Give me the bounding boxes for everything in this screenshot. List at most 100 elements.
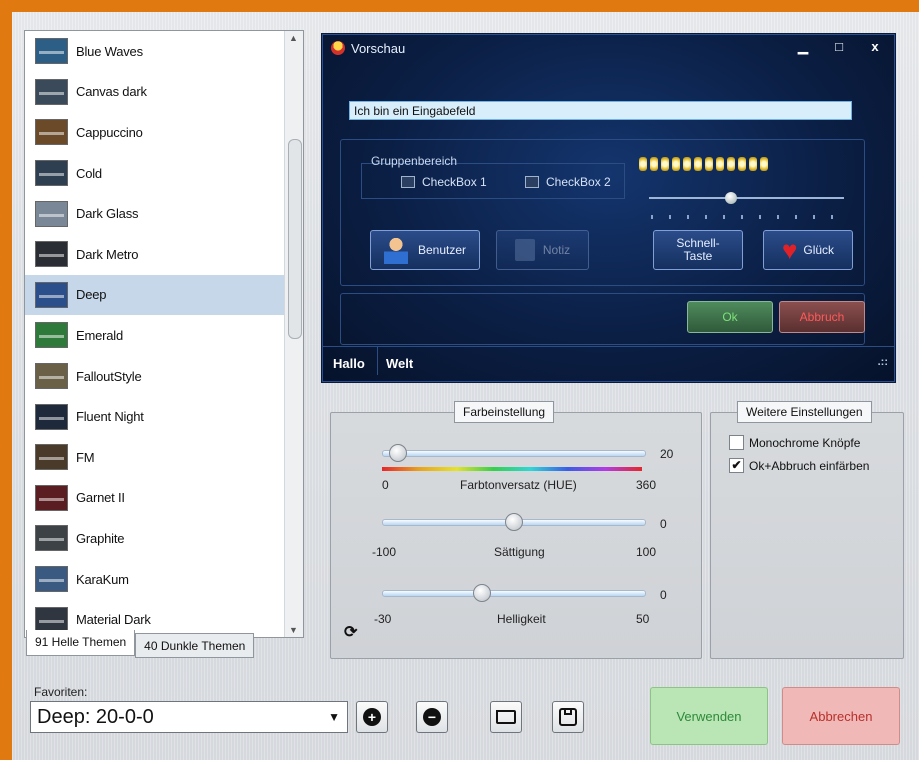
- theme-list[interactable]: Blue Waves Canvas dark Cappuccino Cold Dark …: [24, 30, 304, 638]
- app-logo-icon: [331, 41, 345, 55]
- user-button[interactable]: Benutzer: [370, 230, 480, 270]
- theme-list-item[interactable]: Dark Metro: [25, 234, 285, 275]
- preview-ok-button[interactable]: Ok: [687, 301, 773, 333]
- hue-value: 20: [660, 447, 674, 461]
- theme-thumbnail: [35, 241, 68, 268]
- quick-key-button[interactable]: Schnell- Taste: [653, 230, 743, 270]
- apply-button[interactable]: Verwenden: [650, 687, 768, 745]
- theme-thumbnail: [35, 403, 68, 430]
- status-panel-1: Hallo: [333, 356, 365, 371]
- theme-list-item[interactable]: Cold: [25, 153, 285, 194]
- theme-thumbnail: [35, 281, 68, 308]
- theme-label: Fluent Night: [76, 409, 144, 425]
- theme-label: Emerald: [76, 327, 124, 343]
- favorites-value: Deep: 20-0-0: [37, 706, 154, 728]
- theme-label: KaraKum: [76, 571, 129, 587]
- hue-label: Farbtonversatz (HUE): [460, 478, 577, 492]
- scroll-up-icon[interactable]: ▲: [289, 33, 298, 43]
- theme-list-item[interactable]: Garnet II: [25, 478, 285, 519]
- add-favorite-button[interactable]: +: [356, 701, 388, 733]
- theme-list-scrollbar[interactable]: ▲ ▼: [284, 31, 303, 637]
- brightness-min: -30: [374, 612, 392, 626]
- save-button[interactable]: [552, 701, 584, 733]
- brightness-label: Helligkeit: [497, 612, 546, 626]
- checkbox-1[interactable]: CheckBox 1: [401, 175, 487, 189]
- theme-list-item[interactable]: Graphite: [25, 518, 285, 559]
- maximize-icon[interactable]: □: [828, 39, 850, 55]
- theme-label: Material Dark: [76, 612, 151, 628]
- cancel-button[interactable]: Abbrechen: [782, 687, 900, 745]
- scrollbar-thumb[interactable]: [288, 139, 302, 339]
- tab-dark-themes[interactable]: 40 Dunkle Themen: [135, 633, 255, 658]
- favorites-dropdown[interactable]: Deep: 20-0-0 ▼: [30, 701, 348, 733]
- reset-refresh-icon[interactable]: ⟳: [344, 622, 357, 642]
- theme-list-item[interactable]: Deep: [25, 274, 285, 316]
- theme-list-item[interactable]: KaraKum: [25, 559, 285, 600]
- theme-label: Graphite: [76, 530, 125, 546]
- preview-cancel-button[interactable]: Abbruch: [779, 301, 865, 333]
- preview-slider-knob[interactable]: [725, 192, 737, 204]
- preview-slider-track[interactable]: [649, 197, 844, 199]
- hue-min: 0: [382, 478, 389, 492]
- luck-button[interactable]: ♥ Glück: [763, 230, 853, 270]
- theme-thumbnail: [35, 444, 68, 471]
- resize-grip-icon[interactable]: .::: [878, 356, 888, 377]
- theme-list-item[interactable]: FM: [25, 437, 285, 478]
- theme-thumbnail: [35, 38, 68, 65]
- monochrome-buttons-checkbox[interactable]: Monochrome Knöpfe: [729, 435, 860, 450]
- tint-ok-cancel-checkbox[interactable]: ✔ Ok+Abbruch einfärben: [729, 458, 869, 473]
- brightness-slider-track[interactable]: [382, 590, 646, 597]
- preview-title: Vorschau: [351, 40, 406, 56]
- theme-tabs: 91 Helle Themen 40 Dunkle Themen: [26, 630, 255, 658]
- saturation-slider-knob[interactable]: [505, 513, 523, 531]
- preview-titlebar: Vorschau ▁ □ x: [323, 35, 894, 61]
- tab-light-themes[interactable]: 91 Helle Themen: [26, 630, 136, 656]
- scroll-down-icon[interactable]: ▼: [289, 625, 298, 635]
- minus-icon: −: [423, 708, 441, 726]
- theme-label: Canvas dark: [76, 84, 147, 100]
- hue-color-strip: [382, 467, 642, 471]
- saturation-min: -100: [372, 545, 397, 559]
- theme-thumbnail: [35, 363, 68, 390]
- dropdown-arrow-icon[interactable]: ▼: [328, 702, 340, 732]
- note-icon: [514, 239, 535, 261]
- plus-icon: +: [363, 708, 381, 726]
- more-settings-legend: Weitere Einstellungen: [737, 401, 872, 423]
- theme-label: Garnet II: [76, 490, 125, 506]
- hue-slider-track[interactable]: [382, 450, 646, 457]
- note-button[interactable]: Notiz: [496, 230, 589, 270]
- theme-label: Deep: [76, 287, 107, 303]
- theme-list-item[interactable]: FalloutStyle: [25, 356, 285, 397]
- status-panel-2: Welt: [377, 347, 413, 375]
- brightness-slider-knob[interactable]: [473, 584, 491, 602]
- close-icon[interactable]: x: [864, 39, 886, 55]
- theme-thumbnail: [35, 606, 68, 633]
- theme-thumbnail: [35, 78, 68, 105]
- folder-open-icon: [496, 710, 516, 724]
- hue-max: 360: [636, 478, 657, 492]
- favorites-label: Favoriten:: [34, 685, 88, 699]
- theme-thumbnail: [35, 566, 68, 593]
- theme-list-item[interactable]: Fluent Night: [25, 396, 285, 437]
- minimize-icon[interactable]: ▁: [792, 39, 814, 55]
- preview-input-field[interactable]: Ich bin ein Eingabefeld: [349, 101, 852, 120]
- theme-list-item[interactable]: Canvas dark: [25, 72, 285, 113]
- slider-ticks: [651, 215, 846, 219]
- open-folder-button[interactable]: [490, 701, 522, 733]
- theme-label: FalloutStyle: [76, 368, 142, 384]
- remove-favorite-button[interactable]: −: [416, 701, 448, 733]
- heart-icon: ♥: [781, 235, 798, 265]
- theme-thumbnail: [35, 160, 68, 187]
- preview-window: Vorschau ▁ □ x Ich bin ein Eingabefeld G…: [322, 34, 895, 382]
- theme-list-item[interactable]: Blue Waves: [25, 31, 285, 72]
- theme-list-item[interactable]: Emerald: [25, 315, 285, 356]
- theme-label: Cold: [76, 165, 102, 181]
- theme-list-item[interactable]: Cappuccino: [25, 112, 285, 153]
- theme-list-item[interactable]: Dark Glass: [25, 193, 285, 234]
- theme-label: Dark Metro: [76, 246, 139, 262]
- saturation-value: 0: [660, 517, 667, 531]
- saturation-max: 100: [636, 545, 657, 559]
- checkbox-2[interactable]: CheckBox 2: [525, 175, 611, 189]
- hue-slider-knob[interactable]: [389, 444, 407, 462]
- theme-thumbnail: [35, 119, 68, 146]
